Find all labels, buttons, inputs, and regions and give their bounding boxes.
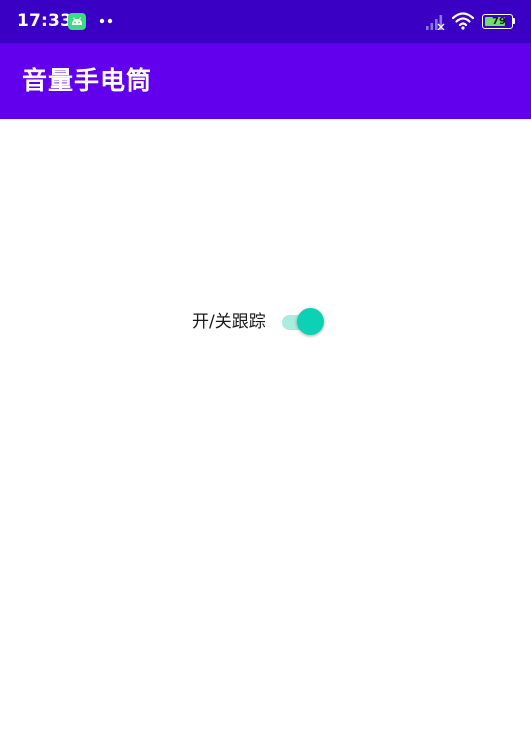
app-bar: 音量手电筒 [0, 43, 531, 119]
main-content: 开/关跟踪 [0, 119, 531, 737]
tracking-toggle-label: 开/关跟踪 [192, 312, 266, 332]
tracking-toggle-row: 开/关跟踪 [192, 307, 326, 337]
battery-icon: 79 [482, 14, 516, 29]
signal-icon [426, 15, 445, 30]
switch-thumb[interactable] [296, 308, 324, 335]
app-title: 音量手电筒 [22, 66, 153, 95]
app-screen: 17:33 79 音量手电筒 开/关跟踪 [0, 0, 531, 737]
more-dots-icon [99, 18, 113, 24]
android-app-icon [68, 13, 86, 30]
battery-tip [513, 18, 515, 24]
wifi-icon [452, 12, 474, 30]
status-bar: 17:33 79 [0, 0, 531, 43]
status-time: 17:33 [17, 11, 73, 31]
battery-level: 79 [492, 16, 506, 27]
tracking-switch[interactable] [280, 307, 326, 337]
battery-body: 79 [482, 14, 513, 29]
